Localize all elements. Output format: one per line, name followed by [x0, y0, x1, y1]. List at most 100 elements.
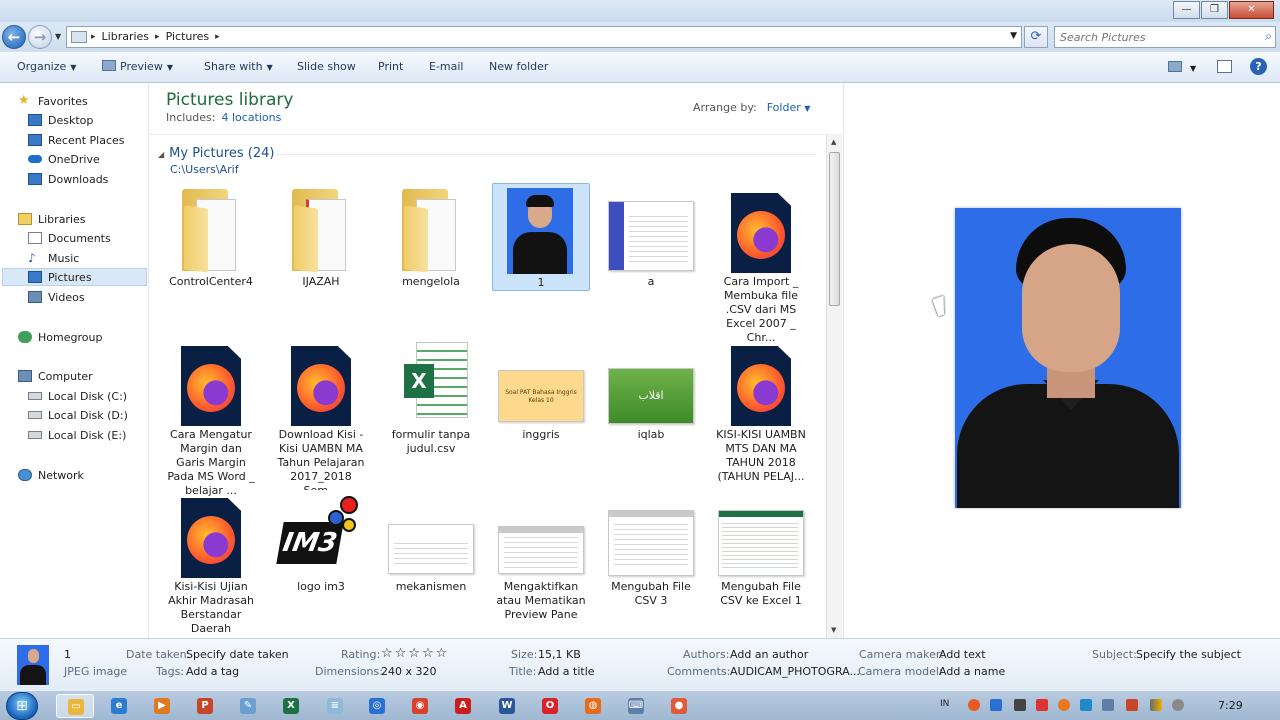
maximize-button[interactable]: ❐: [1201, 1, 1228, 19]
file-item-cara-import[interactable]: Cara Import _ Membuka file .CSV dari MS …: [712, 183, 810, 345]
date-taken-value[interactable]: Specify date taken: [186, 648, 289, 661]
includes-locations-link[interactable]: 4 locations: [221, 111, 281, 124]
email-button[interactable]: E-mail: [429, 60, 464, 73]
authors-value[interactable]: Add an author: [730, 648, 808, 661]
new-folder-button[interactable]: New folder: [489, 60, 548, 73]
taskbar-powerpoint-button[interactable]: P: [186, 694, 224, 718]
breadcrumb-libraries[interactable]: Libraries: [102, 30, 150, 43]
nav-music[interactable]: ♪ Music: [28, 249, 79, 267]
file-item-kisi-kisi-ujian[interactable]: Kisi-Kisi Ujian Akhir Madrasah Berstanda…: [162, 488, 260, 650]
taskbar-notepad-button[interactable]: ≡: [316, 694, 354, 718]
address-dropdown-icon[interactable]: ▼: [1010, 31, 1017, 41]
file-item-cara-mengatur[interactable]: Cara Mengatur Margin dan Garis Margin Pa…: [162, 336, 260, 498]
network-signal-icon[interactable]: [1150, 699, 1162, 711]
forward-button[interactable]: →: [28, 25, 52, 49]
taskbar-recorder-button[interactable]: ●: [660, 694, 698, 718]
subject-value[interactable]: Specify the subject: [1136, 648, 1241, 661]
action-center-icon[interactable]: [1126, 699, 1138, 711]
back-button[interactable]: ←: [2, 25, 26, 49]
close-button[interactable]: ✕: [1229, 1, 1274, 19]
language-indicator[interactable]: IN: [940, 699, 949, 709]
change-view-button[interactable]: ▼: [1168, 61, 1196, 74]
file-item-1[interactable]: 1: [492, 183, 590, 291]
tray-app-icon[interactable]: [1014, 699, 1026, 711]
taskbar-explorer-button[interactable]: ▭: [56, 694, 94, 718]
file-item-mekanismen[interactable]: mekanismen: [382, 488, 480, 594]
file-item-a[interactable]: a: [602, 183, 700, 289]
taskbar-ie-button[interactable]: e: [100, 694, 138, 718]
camera-maker-value[interactable]: Add text: [939, 648, 986, 661]
file-item-mengelola[interactable]: mengelola: [382, 183, 480, 289]
nav-desktop[interactable]: Desktop: [28, 111, 93, 129]
file-item-iqlab[interactable]: اقلاب iqlab: [602, 336, 700, 442]
file-item-logo-im3[interactable]: IM3 logo im3: [272, 488, 370, 594]
file-item-ijazah[interactable]: IJAZAH: [272, 183, 370, 289]
volume-icon[interactable]: [1172, 699, 1184, 711]
share-with-button[interactable]: Share with ▼: [204, 60, 273, 73]
file-item-formulir[interactable]: X formulir tanpa judul.csv: [382, 336, 480, 456]
scroll-up-icon[interactable]: ▲: [831, 138, 836, 146]
tray-app-icon[interactable]: [1036, 699, 1048, 711]
taskbar-media-button[interactable]: ▶: [143, 694, 181, 718]
nav-network[interactable]: Network: [18, 466, 84, 484]
taskbar-paint-button[interactable]: ✎: [229, 694, 267, 718]
slide-show-button[interactable]: Slide show: [297, 60, 356, 73]
arrange-by-dropdown[interactable]: Folder ▼: [767, 101, 811, 114]
scrollbar-thumb[interactable]: [829, 152, 840, 306]
breadcrumb-separator-icon[interactable]: ▸: [215, 32, 220, 42]
breadcrumb-separator-icon[interactable]: ▸: [91, 32, 96, 42]
tray-app-icon[interactable]: [990, 699, 1002, 711]
nav-onedrive[interactable]: OneDrive: [28, 150, 100, 168]
breadcrumb-separator-icon[interactable]: ▸: [155, 32, 160, 42]
tray-app-icon[interactable]: [1080, 699, 1092, 711]
nav-downloads[interactable]: Downloads: [28, 170, 108, 188]
taskbar-acrobat-button[interactable]: A: [444, 694, 482, 718]
tray-app-icon[interactable]: [1102, 699, 1114, 711]
taskbar-opera-button[interactable]: O: [531, 694, 569, 718]
camera-model-value[interactable]: Add a name: [939, 665, 1005, 678]
nav-recent-places[interactable]: Recent Places: [28, 131, 125, 149]
nav-favorites[interactable]: ★ Favorites: [18, 92, 88, 110]
collapse-icon[interactable]: ◢: [158, 150, 164, 159]
taskbar-firefox-button[interactable]: ◍: [574, 694, 612, 718]
minimize-button[interactable]: —: [1173, 1, 1200, 19]
nav-videos[interactable]: Videos: [28, 288, 85, 306]
nav-disk-c[interactable]: Local Disk (C:): [28, 387, 127, 405]
file-item-mengaktifkan[interactable]: Mengaktifkan atau Mematikan Preview Pane: [492, 488, 590, 622]
refresh-button[interactable]: ⟳: [1024, 26, 1048, 48]
taskbar-chrome-blue-button[interactable]: ◎: [358, 694, 396, 718]
file-item-inggris[interactable]: Soal PAT Bahasa Inggris Kelas 10 inggris: [492, 336, 590, 442]
preview-pane-button[interactable]: [1217, 60, 1236, 75]
nav-computer[interactable]: Computer: [18, 367, 93, 385]
preview-button[interactable]: Preview ▼: [102, 60, 173, 73]
nav-disk-e[interactable]: Local Disk (E:): [28, 426, 126, 444]
file-item-mengubah-csv-excel-1[interactable]: Mengubah File CSV ke Excel 1: [712, 488, 810, 608]
address-bar[interactable]: ▸ Libraries ▸ Pictures ▸ ▼: [66, 26, 1022, 48]
clock[interactable]: 7:29: [1218, 699, 1243, 712]
file-item-controlcenter4[interactable]: ControlCenter4: [162, 183, 260, 289]
search-input[interactable]: [1060, 27, 1250, 47]
search-icon[interactable]: ⌕: [1265, 29, 1272, 44]
file-item-kisi-kisi-uambn[interactable]: KISI-KISI UAMBN MTS DAN MA TAHUN 2018 (T…: [712, 336, 810, 484]
nav-libraries[interactable]: Libraries: [18, 210, 86, 228]
help-button[interactable]: ?: [1250, 58, 1267, 75]
taskbar-chrome-button[interactable]: ◉: [401, 694, 439, 718]
start-button[interactable]: ⊞: [6, 692, 38, 720]
taskbar-keyboard-button[interactable]: ⌨: [617, 694, 655, 718]
search-box[interactable]: ⌕: [1054, 26, 1276, 48]
nav-documents[interactable]: Documents: [28, 229, 111, 247]
rating-stars[interactable]: ☆☆☆☆☆: [381, 646, 449, 661]
group-header[interactable]: ◢ My Pictures (24): [158, 146, 275, 161]
breadcrumb-pictures[interactable]: Pictures: [166, 30, 210, 43]
title-value[interactable]: Add a title: [538, 665, 595, 678]
tray-app-icon[interactable]: [968, 699, 980, 711]
comments-value[interactable]: AUDICAM_PHOTOGRA...: [730, 665, 860, 678]
nav-disk-d[interactable]: Local Disk (D:): [28, 406, 128, 424]
taskbar-excel-button[interactable]: X: [272, 694, 310, 718]
group-path[interactable]: C:\Users\Arif: [170, 163, 239, 176]
vertical-scrollbar[interactable]: ▲ ▼: [826, 134, 842, 638]
tags-value[interactable]: Add a tag: [186, 665, 239, 678]
organize-button[interactable]: Organize ▼: [17, 60, 76, 73]
nav-pictures[interactable]: Pictures: [2, 268, 147, 286]
print-button[interactable]: Print: [378, 60, 403, 73]
